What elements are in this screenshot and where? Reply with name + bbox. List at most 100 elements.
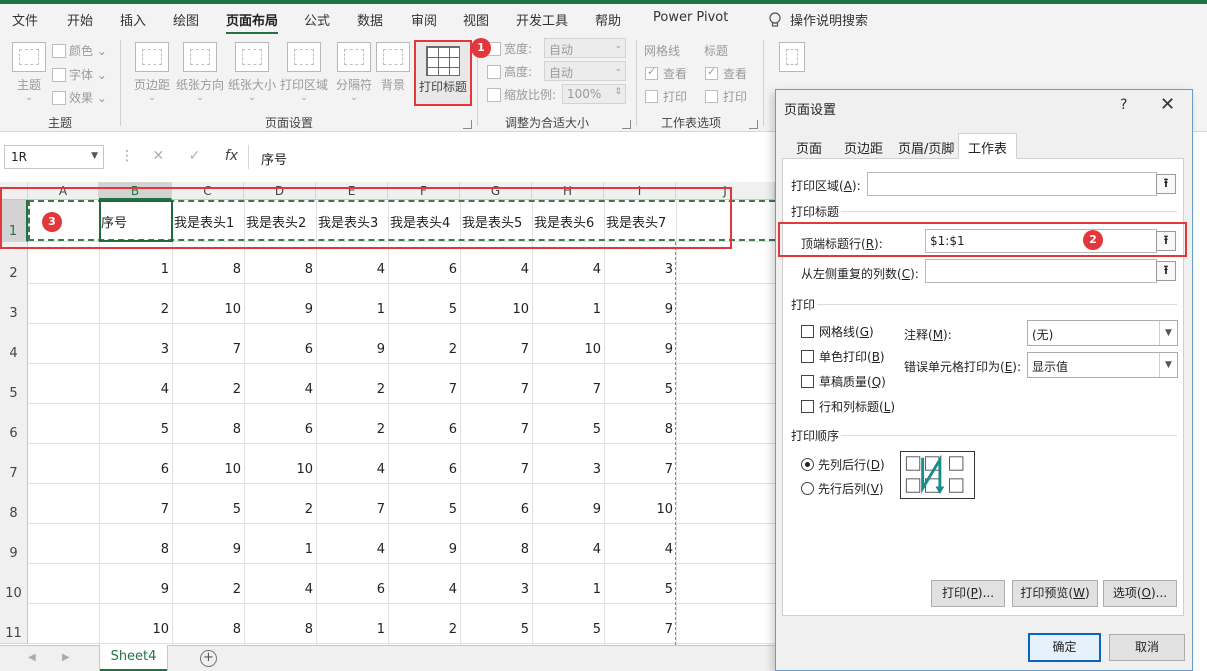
data-cell[interactable]: 4 — [532, 542, 604, 557]
ok-button[interactable]: 确定 — [1028, 633, 1101, 662]
print-button[interactable]: 打印(P)... — [931, 580, 1005, 607]
close-icon[interactable]: ✕ — [1160, 94, 1175, 115]
data-cell[interactable]: 9 — [388, 542, 460, 557]
data-cell[interactable]: 6 — [460, 502, 532, 517]
page-setup-dialog-launcher[interactable] — [463, 120, 472, 129]
margins-button[interactable]: 页边距 ⌄ — [126, 40, 178, 110]
data-cell[interactable]: 1 — [99, 262, 172, 277]
menu-file[interactable]: 文件 — [12, 10, 38, 29]
data-cell[interactable]: 6 — [388, 462, 460, 477]
menu-view[interactable]: 视图 — [463, 10, 489, 29]
comments-select[interactable]: (无) ▼ — [1027, 320, 1178, 346]
data-cell[interactable]: 2 — [316, 422, 388, 437]
data-cell[interactable]: 4 — [99, 382, 172, 397]
menu-page-layout[interactable]: 页面布局 — [226, 10, 278, 29]
draft-quality-checkbox[interactable]: 草稿质量(Q) — [801, 373, 886, 390]
data-cell[interactable]: 7 — [460, 462, 532, 477]
theme-effects-button[interactable]: 效果 ⌄ — [52, 89, 107, 106]
data-cell[interactable]: 7 — [604, 462, 676, 477]
options-button[interactable]: 选项(O)... — [1103, 580, 1177, 607]
data-cell[interactable]: 1 — [316, 302, 388, 317]
background-button[interactable]: 背景 — [370, 40, 416, 110]
add-sheet-icon[interactable]: + — [200, 650, 217, 667]
data-cell[interactable]: 7 — [99, 502, 172, 517]
data-cell[interactable]: 1 — [532, 582, 604, 597]
data-cell[interactable]: 1 — [244, 542, 316, 557]
tab-scroll-left-icon[interactable]: ◀ — [28, 652, 36, 663]
data-cell[interactable]: 5 — [388, 502, 460, 517]
row-header-10[interactable]: 10 — [0, 562, 28, 604]
menu-data[interactable]: 数据 — [357, 10, 383, 29]
data-cell[interactable]: 4 — [532, 262, 604, 277]
row-header-3[interactable]: 3 — [0, 282, 28, 324]
data-cell[interactable]: 6 — [99, 462, 172, 477]
sheet-tab-sheet4[interactable]: Sheet4 — [100, 645, 167, 671]
menu-review[interactable]: 审阅 — [411, 10, 437, 29]
data-cell[interactable]: 1 — [532, 302, 604, 317]
print-titles-button[interactable]: 打印标题 — [414, 40, 472, 106]
menu-formulas[interactable]: 公式 — [304, 10, 330, 29]
data-cell[interactable]: 2 — [388, 342, 460, 357]
cancel-button[interactable]: 取消 — [1109, 634, 1185, 661]
data-cell[interactable]: 5 — [604, 382, 676, 397]
data-cell[interactable]: 9 — [604, 302, 676, 317]
worksheet-grid[interactable]: A B C D E F G H I J 1 2 3 4 5 6 7 8 9 10 11 序号 我是表头1 我是表头2 我是表头3… — [0, 182, 775, 645]
data-cell[interactable]: 8 — [460, 542, 532, 557]
scale-percent-spinner[interactable]: 100% ⇕ — [562, 84, 626, 104]
row-header-11[interactable]: 11 — [0, 602, 28, 644]
collapse-dialog-icon[interactable]: ⭱ — [1156, 174, 1176, 194]
data-cell[interactable]: 9 — [244, 302, 316, 317]
scale-dialog-launcher[interactable] — [622, 120, 631, 129]
data-cell[interactable]: 10 — [532, 342, 604, 357]
data-cell[interactable]: 7 — [460, 422, 532, 437]
data-cell[interactable]: 8 — [244, 262, 316, 277]
row-header-4[interactable]: 4 — [0, 322, 28, 364]
data-cell[interactable]: 10 — [604, 502, 676, 517]
theme-fonts-button[interactable]: 字体 ⌄ — [52, 66, 107, 83]
data-cell[interactable]: 6 — [388, 422, 460, 437]
menu-insert[interactable]: 插入 — [120, 10, 146, 29]
data-cell[interactable]: 2 — [316, 382, 388, 397]
data-cell[interactable]: 7 — [316, 502, 388, 517]
data-cell[interactable]: 6 — [316, 582, 388, 597]
data-cell[interactable]: 7 — [172, 342, 244, 357]
collapse-dialog-icon[interactable]: ⭱ — [1156, 261, 1176, 281]
data-cell[interactable]: 7 — [532, 382, 604, 397]
cols-to-repeat-input[interactable] — [925, 259, 1157, 283]
sheet-options-dialog-launcher[interactable] — [749, 120, 758, 129]
row-header-9[interactable]: 9 — [0, 522, 28, 564]
data-cell[interactable]: 10 — [172, 302, 244, 317]
menu-draw[interactable]: 绘图 — [173, 10, 199, 29]
data-cell[interactable]: 10 — [244, 462, 316, 477]
tab-sheet[interactable]: 工作表 — [958, 133, 1018, 159]
data-cell[interactable]: 7 — [604, 622, 676, 637]
data-cell[interactable]: 5 — [604, 582, 676, 597]
data-cell[interactable]: 4 — [316, 462, 388, 477]
scale-height-combo[interactable]: 自动 ⌄ — [544, 61, 626, 81]
data-cell[interactable]: 3 — [604, 262, 676, 277]
data-cell[interactable]: 7 — [460, 382, 532, 397]
data-cell[interactable]: 3 — [99, 342, 172, 357]
data-cell[interactable]: 2 — [172, 382, 244, 397]
data-cell[interactable]: 7 — [460, 342, 532, 357]
cancel-icon[interactable]: ✕ — [152, 148, 164, 164]
tab-margins[interactable]: 页边距 — [834, 133, 893, 158]
data-cell[interactable]: 3 — [460, 582, 532, 597]
data-cell[interactable]: 8 — [99, 542, 172, 557]
row-header-7[interactable]: 7 — [0, 442, 28, 484]
data-cell[interactable]: 6 — [244, 342, 316, 357]
data-cell[interactable]: 5 — [460, 622, 532, 637]
data-cell[interactable]: 2 — [172, 582, 244, 597]
over-then-down-radio[interactable]: 先行后列(V) — [801, 480, 884, 497]
monochrome-checkbox[interactable]: 单色打印(B) — [801, 348, 885, 365]
data-cell[interactable]: 4 — [316, 542, 388, 557]
tab-header-footer[interactable]: 页眉/页脚 — [888, 133, 964, 158]
data-cell[interactable]: 8 — [172, 622, 244, 637]
data-cell[interactable]: 2 — [244, 502, 316, 517]
size-button[interactable]: 纸张大小 ⌄ — [226, 40, 278, 110]
data-cell[interactable]: 4 — [244, 582, 316, 597]
down-then-over-radio[interactable]: 先列后行(D) — [801, 456, 885, 473]
tab-page[interactable]: 页面 — [786, 133, 832, 158]
scale-width-combo[interactable]: 自动 ⌄ — [544, 38, 626, 58]
headings-print-checkbox[interactable]: 打印 — [705, 88, 747, 105]
